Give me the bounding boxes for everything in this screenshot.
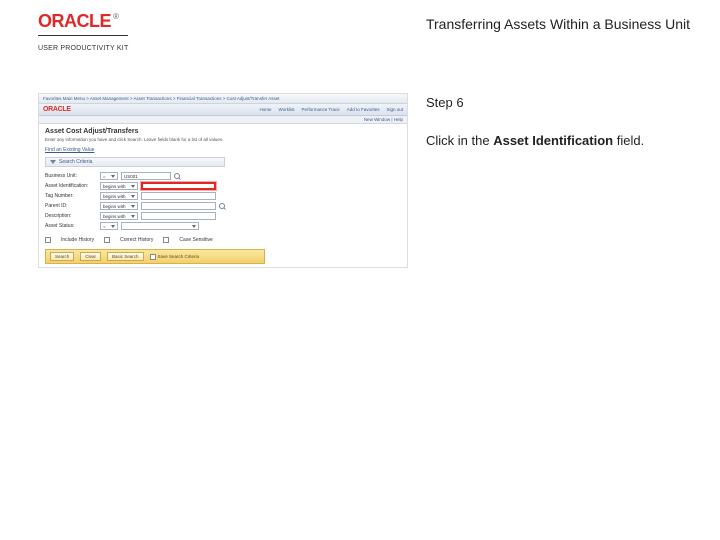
upk-label: USER PRODUCTIVITY KIT <box>38 45 128 52</box>
page-title: Transferring Assets Within a Business Un… <box>426 12 700 32</box>
row-asset-status: Asset Status: = <box>45 222 401 230</box>
app-topbar: ORACLE Home Worklist Performance Trace A… <box>39 104 407 116</box>
page-header: ORACLE® USER PRODUCTIVITY KIT Transferri… <box>0 0 720 63</box>
nav-perf-trace[interactable]: Performance Trace <box>301 107 339 112</box>
nav-home[interactable]: Home <box>260 107 272 112</box>
embedded-screenshot: Favorites Main Menu > Asset Management >… <box>38 93 408 268</box>
label-asset-id: Asset Identification: <box>45 183 97 189</box>
row-business-unit: Business Unit: = US001 <box>45 172 401 180</box>
label-case-sensitive: Case Sensitive <box>179 237 212 243</box>
op-business-unit[interactable]: = <box>100 172 118 180</box>
search-button[interactable]: Search <box>50 252 74 261</box>
checkbox-icon <box>150 254 156 260</box>
save-search-label: Save Search Criteria <box>158 254 200 259</box>
lookup-icon[interactable] <box>219 203 225 209</box>
existing-value-link[interactable]: Find an Existing Value <box>45 147 94 153</box>
row-asset-id: Asset Identification: begins with <box>45 182 401 190</box>
row-tag-number: Tag Number: begins with <box>45 192 401 200</box>
trademark-symbol: ® <box>113 12 119 21</box>
checkbox-include-history[interactable] <box>45 237 51 243</box>
checkbox-case-sensitive[interactable] <box>163 237 169 243</box>
save-search-check[interactable]: Save Search Criteria <box>150 254 200 260</box>
main-content: Favorites Main Menu > Asset Management >… <box>0 63 720 268</box>
input-parent-id[interactable] <box>141 202 216 210</box>
search-criteria-header[interactable]: Search Criteria <box>45 157 225 167</box>
app-oracle-logo: ORACLE <box>43 106 71 113</box>
label-description: Description: <box>45 213 97 219</box>
nav-favorites[interactable]: Add to Favorites <box>347 107 380 112</box>
checkbox-correct-history[interactable] <box>104 237 110 243</box>
op-asset-id[interactable]: begins with <box>100 182 138 190</box>
label-business-unit: Business Unit: <box>45 173 97 179</box>
chevron-down-icon <box>50 160 56 164</box>
label-asset-status: Asset Status: <box>45 223 97 229</box>
basic-search-button[interactable]: Basic Search <box>107 252 144 261</box>
instruction-panel: Step 6 Click in the Asset Identification… <box>426 93 700 268</box>
breadcrumb-text: Favorites Main Menu > Asset Management >… <box>43 96 279 101</box>
subbar: New Window | Help <box>39 116 407 124</box>
nav-signout[interactable]: Sign out <box>386 107 403 112</box>
row-description: Description: begins with <box>45 212 401 220</box>
instruction-prefix: Click in the <box>426 133 493 148</box>
lookup-icon[interactable] <box>174 173 180 179</box>
search-criteria-label: Search Criteria <box>59 159 92 165</box>
op-asset-status[interactable]: = <box>100 222 118 230</box>
label-parent-id: Parent ID: <box>45 203 97 209</box>
input-asset-identification[interactable] <box>141 182 216 190</box>
oracle-upk-logo: ORACLE® USER PRODUCTIVITY KIT <box>38 12 128 55</box>
input-asset-status[interactable] <box>121 222 199 230</box>
input-tag-number[interactable] <box>141 192 216 200</box>
step-instruction: Click in the Asset Identification field. <box>426 132 700 150</box>
nav-worklist[interactable]: Worklist <box>279 107 295 112</box>
button-bar: Search Clear Basic Search Save Search Cr… <box>45 249 265 264</box>
op-parent-id[interactable]: begins with <box>100 202 138 210</box>
breadcrumb-bar: Favorites Main Menu > Asset Management >… <box>39 94 407 104</box>
instruction-field-name: Asset Identification <box>493 133 613 148</box>
checkbox-row: Include History Correct History Case Sen… <box>39 235 407 245</box>
search-form: Business Unit: = US001 Asset Identificat… <box>39 169 407 235</box>
oracle-wordmark: ORACLE <box>38 11 111 31</box>
label-tag-number: Tag Number: <box>45 193 97 199</box>
row-parent-id: Parent ID: begins with <box>45 202 401 210</box>
input-description[interactable] <box>141 212 216 220</box>
clear-button[interactable]: Clear <box>80 252 101 261</box>
label-include-history: Include History <box>61 237 94 243</box>
topbar-nav: Home Worklist Performance Trace Add to F… <box>260 107 403 112</box>
label-correct-history: Correct History <box>120 237 153 243</box>
op-description[interactable]: begins with <box>100 212 138 220</box>
input-business-unit[interactable]: US001 <box>121 172 171 180</box>
search-description: Enter any information you have and click… <box>39 137 407 145</box>
op-tag-number[interactable]: begins with <box>100 192 138 200</box>
instruction-suffix: field. <box>613 133 644 148</box>
step-number: Step 6 <box>426 95 700 110</box>
search-page-heading: Asset Cost Adjust/Transfers <box>39 124 407 137</box>
